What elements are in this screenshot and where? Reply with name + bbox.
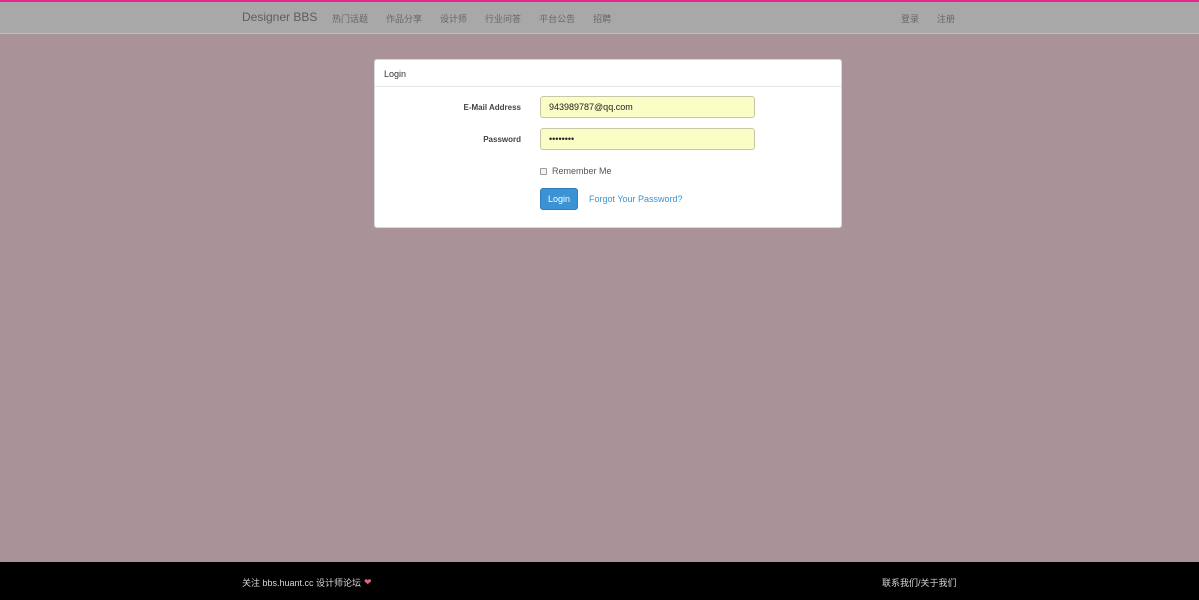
forgot-password-link[interactable]: Forgot Your Password? [589,194,683,204]
nav-link-qa[interactable]: 行业问答 [485,12,521,25]
email-field[interactable]: 943989787@qq.com [540,96,755,118]
navbar: Designer BBS 热门话题 作品分享 设计师 行业问答 平台公告 招聘 … [0,2,1199,34]
nav-link-register[interactable]: 注册 [937,12,955,25]
password-field[interactable]: •••••••• [540,128,755,150]
remember-me-row[interactable]: Remember Me [540,166,612,176]
password-label: Password [483,135,521,144]
login-button[interactable]: Login [540,188,578,210]
email-label: E-Mail Address [463,103,522,112]
footer-contact-link[interactable]: 联系我们/关于我们 [882,576,957,589]
nav-right: 登录 注册 [901,12,973,25]
remember-me-checkbox[interactable] [540,167,547,175]
footer: 关注 bbs.huant.cc 设计师论坛 ❤ 联系我们/关于我们 [0,562,1199,600]
heart-icon: ❤ [364,577,372,587]
footer-follow-text[interactable]: 关注 bbs.huant.cc 设计师论坛 [242,576,361,589]
panel-heading: Login [375,60,841,87]
login-panel: Login E-Mail Address 943989787@qq.com Pa… [374,59,842,228]
nav-link-jobs[interactable]: 招聘 [593,12,611,25]
brand-link[interactable]: Designer BBS [242,10,317,24]
nav-links: 热门话题 作品分享 设计师 行业问答 平台公告 招聘 [332,12,611,25]
nav-link-designers[interactable]: 设计师 [440,12,467,25]
nav-link-announcements[interactable]: 平台公告 [539,12,575,25]
panel-title: Login [384,69,407,79]
footer-left: 关注 bbs.huant.cc 设计师论坛 ❤ [242,576,372,589]
nav-link-login[interactable]: 登录 [901,12,919,25]
remember-me-label[interactable]: Remember Me [552,166,612,176]
nav-link-works[interactable]: 作品分享 [386,12,422,25]
nav-link-hot-topics[interactable]: 热门话题 [332,12,368,25]
